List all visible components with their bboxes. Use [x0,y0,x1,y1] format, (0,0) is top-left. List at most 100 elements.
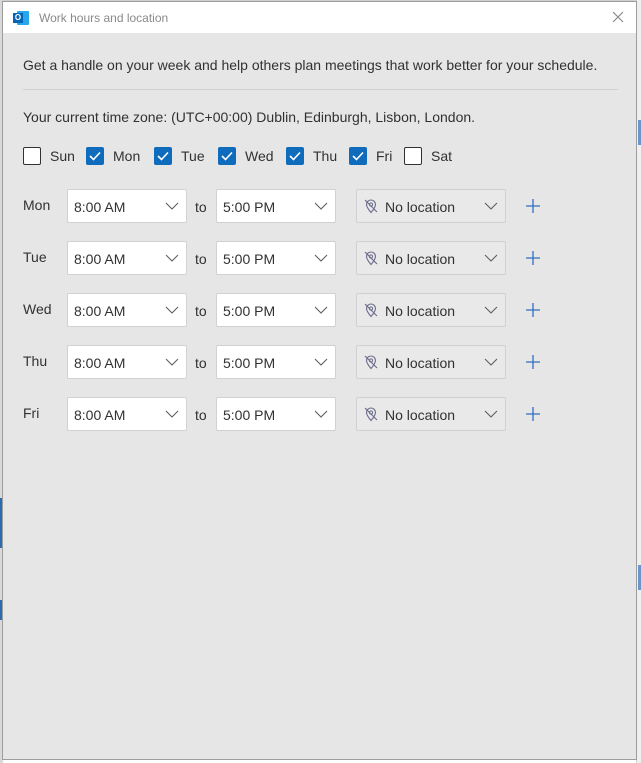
timezone-text: Your current time zone: (UTC+00:00) Dubl… [23,109,476,125]
location-off-icon [364,251,378,266]
chevron-down-icon [165,202,179,210]
chevron-down-icon [165,358,179,366]
location-dropdown[interactable]: No location [356,397,506,431]
add-icon[interactable] [525,302,541,318]
checkbox[interactable] [349,147,367,165]
chevron-down-icon [314,358,328,366]
add-icon[interactable] [525,198,541,214]
start-time-value: 8:00 AM [74,251,126,267]
chevron-down-icon [314,306,328,314]
day-label: Fri [376,148,393,164]
end-time-dropdown[interactable]: 5:00 PM [216,241,336,275]
chevron-down-icon [165,410,179,418]
close-icon[interactable] [610,9,626,25]
chevron-down-icon [314,254,328,262]
start-time-dropdown[interactable]: 8:00 AM [67,189,187,223]
schedule-row-mon: Mon 8:00 AM to 5:00 PM No location [23,189,583,225]
row-day-label: Fri [23,405,40,421]
start-time-value: 8:00 AM [74,407,126,423]
to-label: to [195,251,207,267]
location-value: No location [385,407,456,423]
add-icon[interactable] [525,354,541,370]
add-icon[interactable] [525,406,541,422]
checkmark-icon [289,151,301,161]
end-time-dropdown[interactable]: 5:00 PM [216,189,336,223]
day-checkbox-sat[interactable]: Sat [404,146,452,166]
location-value: No location [385,303,456,319]
checkbox[interactable] [23,147,41,165]
location-off-icon [364,199,378,214]
window-title: Work hours and location [39,10,169,25]
day-checkbox-sun[interactable]: Sun [23,146,75,166]
end-time-value: 5:00 PM [223,407,276,423]
checkbox[interactable] [286,147,304,165]
location-value: No location [385,251,456,267]
location-off-icon [364,303,378,318]
checkbox[interactable] [218,147,236,165]
checkmark-icon [89,151,101,161]
work-hours-dialog: O Work hours and location Get a handle o… [2,1,637,760]
chevron-down-icon [484,306,498,314]
chevron-down-icon [484,410,498,418]
chevron-down-icon [314,202,328,210]
day-label: Thu [313,148,338,164]
schedule-row-tue: Tue 8:00 AM to 5:00 PM No location [23,241,583,277]
checkmark-icon [352,151,364,161]
location-off-icon [364,407,378,422]
end-time-value: 5:00 PM [223,251,276,267]
checkbox[interactable] [404,147,422,165]
chevron-down-icon [165,306,179,314]
start-time-dropdown[interactable]: 8:00 AM [67,345,187,379]
day-checkbox-fri[interactable]: Fri [349,146,392,166]
end-time-value: 5:00 PM [223,303,276,319]
to-label: to [195,407,207,423]
chevron-down-icon [165,254,179,262]
location-off-icon [364,355,378,370]
location-dropdown[interactable]: No location [356,241,506,275]
day-label: Sat [431,148,453,164]
day-label: Sun [50,148,75,164]
end-time-dropdown[interactable]: 5:00 PM [216,345,336,379]
schedule-row-thu: Thu 8:00 AM to 5:00 PM No location [23,345,583,381]
end-time-dropdown[interactable]: 5:00 PM [216,397,336,431]
start-time-dropdown[interactable]: 8:00 AM [67,397,187,431]
start-time-value: 8:00 AM [74,199,126,215]
checkbox[interactable] [86,147,104,165]
checkmark-icon [221,151,233,161]
schedule-row-wed: Wed 8:00 AM to 5:00 PM No location [23,293,583,329]
row-day-label: Mon [23,197,51,213]
start-time-value: 8:00 AM [74,355,126,371]
checkbox[interactable] [154,147,172,165]
end-time-dropdown[interactable]: 5:00 PM [216,293,336,327]
location-dropdown[interactable]: No location [356,189,506,223]
day-label: Tue [181,148,205,164]
divider [23,89,618,90]
checkmark-icon [157,151,169,161]
location-value: No location [385,199,456,215]
day-checkbox-mon[interactable]: Mon [86,146,140,166]
to-label: to [195,199,207,215]
schedule-row-fri: Fri 8:00 AM to 5:00 PM No location [23,397,583,433]
outlook-icon: O [13,10,29,26]
row-day-label: Wed [23,301,52,317]
to-label: to [195,303,207,319]
end-time-value: 5:00 PM [223,199,276,215]
row-day-label: Thu [23,353,48,369]
start-time-value: 8:00 AM [74,303,126,319]
start-time-dropdown[interactable]: 8:00 AM [67,293,187,327]
day-checkbox-wed[interactable]: Wed [218,146,274,166]
day-checkbox-tue[interactable]: Tue [154,146,205,166]
location-dropdown[interactable]: No location [356,345,506,379]
day-checkbox-thu[interactable]: Thu [286,146,337,166]
to-label: to [195,355,207,371]
chevron-down-icon [484,358,498,366]
title-bar: O Work hours and location [3,2,636,33]
start-time-dropdown[interactable]: 8:00 AM [67,241,187,275]
location-dropdown[interactable]: No location [356,293,506,327]
location-value: No location [385,355,456,371]
chevron-down-icon [314,410,328,418]
day-label: Mon [113,148,141,164]
chevron-down-icon [484,202,498,210]
chevron-down-icon [484,254,498,262]
add-icon[interactable] [525,250,541,266]
